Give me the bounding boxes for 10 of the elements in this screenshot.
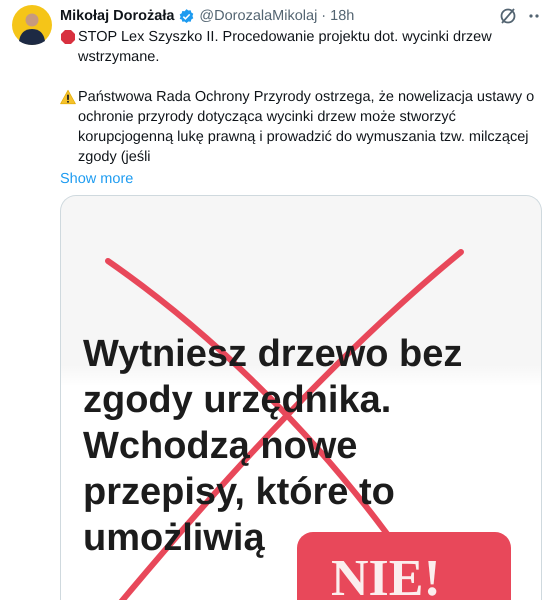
separator: · [321, 7, 326, 26]
stop-sign-icon [60, 29, 76, 45]
avatar[interactable] [12, 5, 52, 45]
tweet-time[interactable]: 18h [330, 6, 354, 26]
author-handle[interactable]: @DorozalaMikolaj [199, 6, 318, 26]
tweet-text: STOP Lex Szyszko II. Procedowanie projektu dot. wycinki drzew wstrzymane. [78, 28, 493, 67]
tweet-text: Państwowa Rada Ochrony Przyrody ostrzega, że nowelizacja ustawy o ochronie przyrody dotycząca wycinki drzew może stworzyć korupcjogenną lukę prawną i prowadzić do wymuszania tzw. milczącej zgody (jeśli [78, 88, 536, 167]
stamp-label: NIE! [331, 552, 441, 600]
author-name[interactable]: Mikołaj Dorożała [60, 6, 174, 26]
warning-icon [60, 89, 76, 105]
